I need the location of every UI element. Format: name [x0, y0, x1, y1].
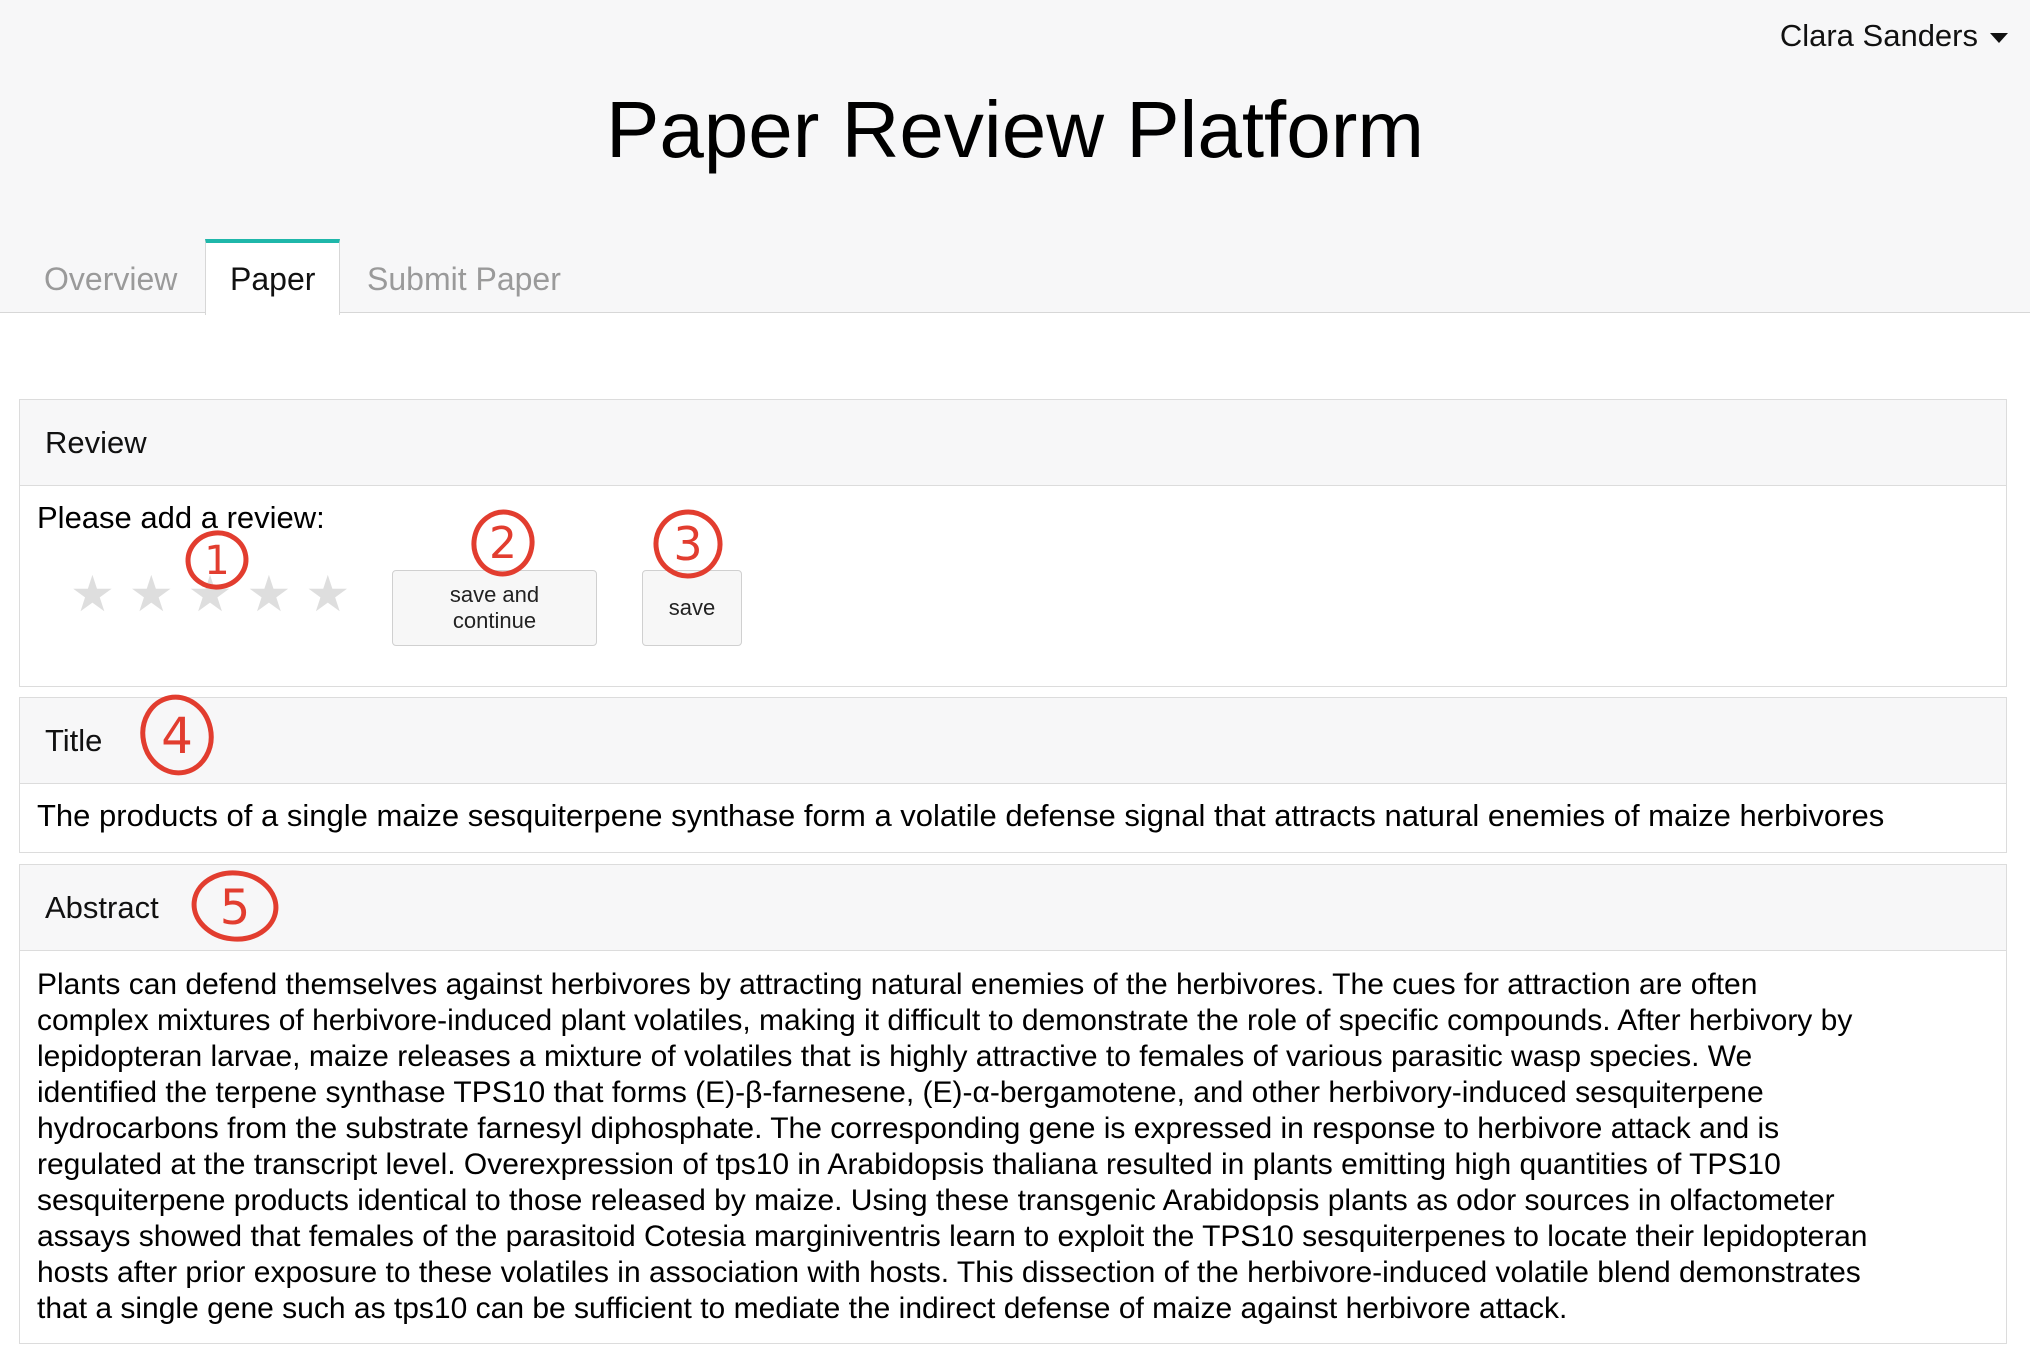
caret-down-icon — [1990, 33, 2008, 43]
abstract-line: hosts after prior exposure to these vola… — [37, 1256, 1861, 1289]
tab-bar: Overview Paper Submit Paper — [0, 239, 2030, 315]
save-button[interactable]: save — [642, 570, 742, 646]
user-name: Clara Sanders — [1779, 18, 1978, 53]
star-rating[interactable]: ★ ★ ★ ★ ★ — [70, 564, 350, 624]
review-heading: Review — [20, 400, 2006, 486]
abstract-line: identified the terpene synthase TPS10 th… — [37, 1076, 1764, 1109]
review-prompt: Please add a review: — [37, 500, 325, 535]
abstract-line: complex mixtures of herbivore-induced pl… — [37, 1004, 1853, 1037]
abstract-card: Abstract Plants can defend themselves ag… — [19, 864, 2007, 1344]
save-and-continue-button[interactable]: save and continue — [392, 570, 597, 646]
abstract-line: hydrocarbons from the substrate farnesyl… — [37, 1112, 1780, 1145]
abstract-line: lepidopteran larvae, maize releases a mi… — [37, 1040, 1753, 1073]
title-heading: Title — [20, 698, 2006, 784]
user-menu[interactable]: Clara Sanders — [1780, 18, 2008, 54]
tab-submit-paper[interactable]: Submit Paper — [367, 239, 561, 313]
review-body: Please add a review: ★ ★ ★ ★ ★ — [20, 486, 2006, 686]
tab-overview[interactable]: Overview — [44, 239, 177, 313]
abstract-line: sesquiterpene products identical to thos… — [37, 1184, 1835, 1217]
page-title: Paper Review Platform — [605, 85, 1425, 174]
title-card: Title The products of a single maize ses… — [19, 697, 2007, 853]
star-icon[interactable]: ★ — [188, 564, 233, 624]
star-icon[interactable]: ★ — [246, 564, 291, 624]
abstract-line: Plants can defend themselves against her… — [37, 968, 1758, 1001]
review-card: Review Please add a review: ★ ★ ★ ★ ★ — [19, 399, 2007, 687]
abstract-heading: Abstract — [20, 865, 2006, 951]
paper-abstract: Plants can defend themselves against her… — [20, 951, 2006, 1327]
star-icon[interactable]: ★ — [305, 564, 350, 624]
abstract-line: regulated at the transcript level. Overe… — [37, 1148, 1781, 1181]
star-icon[interactable]: ★ — [129, 564, 174, 624]
abstract-line: that a single gene such as tps10 can be … — [37, 1292, 1568, 1325]
paper-title: The products of a single maize sesquiter… — [37, 798, 1885, 833]
abstract-line: assays showed that females of the parasi… — [37, 1220, 1868, 1253]
tab-paper[interactable]: Paper — [205, 239, 341, 315]
star-icon[interactable]: ★ — [70, 564, 115, 624]
